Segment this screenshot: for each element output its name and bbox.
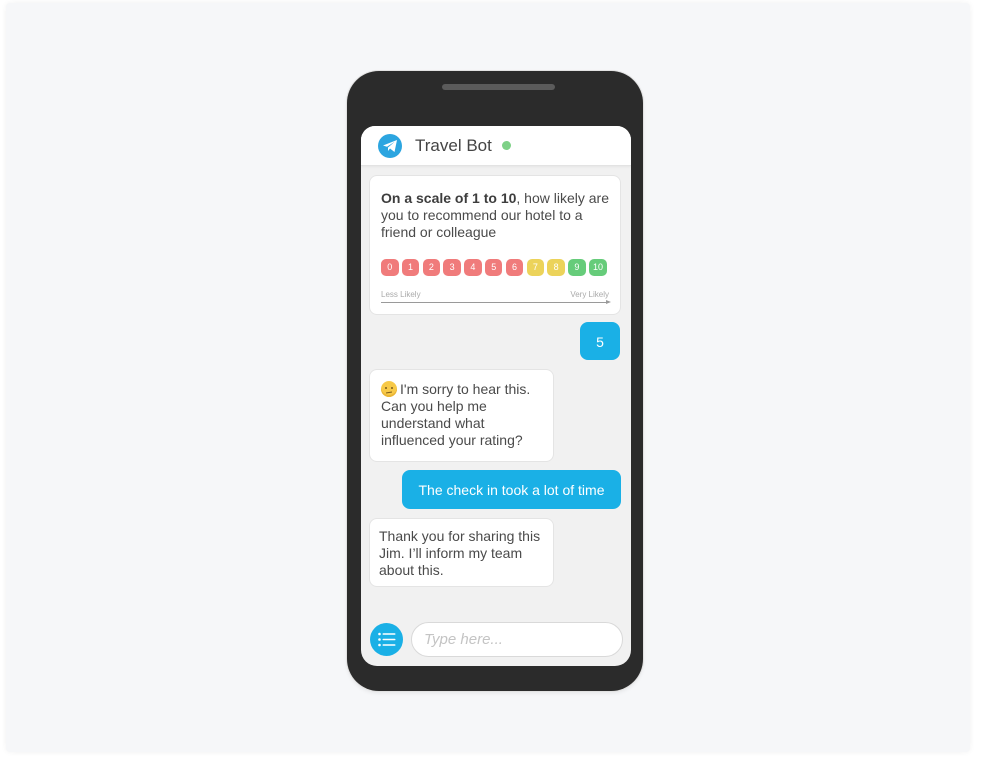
rating-option-0[interactable]: 0 <box>381 259 399 276</box>
phone-frame: Travel Bot On a scale of 1 to 10, how li… <box>347 71 643 691</box>
rating-option-8[interactable]: 8 <box>547 259 565 276</box>
list-menu-icon <box>378 632 396 647</box>
online-status-dot <box>502 141 511 150</box>
bot-name: Travel Bot <box>415 136 492 155</box>
telegram-paper-plane-icon <box>378 134 402 158</box>
background-panel: Travel Bot On a scale of 1 to 10, how li… <box>6 3 970 752</box>
bot-message-thanks: Thank you for sharing this Jim. I’ll inf… <box>369 518 554 587</box>
rating-option-1[interactable]: 1 <box>401 259 420 276</box>
scale-labels: Less Likely Very Likely <box>381 286 609 303</box>
bot-message-text: I'm sorry to hear this. Can you help me … <box>381 381 531 448</box>
rating-option-7[interactable]: 7 <box>526 259 545 276</box>
scale-high-label: Very Likely <box>570 290 609 299</box>
chat-screen: Travel Bot On a scale of 1 to 10, how li… <box>361 126 631 666</box>
confused-face-icon <box>381 381 397 397</box>
rating-option-5[interactable]: 5 <box>484 259 503 276</box>
rating-option-2[interactable]: 2 <box>422 259 441 276</box>
chat-header: Travel Bot <box>361 126 631 166</box>
bot-message-sorry: I'm sorry to hear this. Can you help me … <box>369 369 554 462</box>
scale-low-label: Less Likely <box>381 290 421 299</box>
user-message-checkin: The check in took a lot of time <box>402 470 621 509</box>
user-message-rating: 5 <box>580 322 620 360</box>
rating-option-6[interactable]: 6 <box>505 259 524 276</box>
menu-button[interactable] <box>370 623 403 656</box>
phone-speaker <box>442 84 555 90</box>
scale-arrow-line <box>381 300 611 304</box>
survey-question: On a scale of 1 to 10, how likely are yo… <box>381 190 609 240</box>
rating-option-9[interactable]: 9 <box>568 259 586 276</box>
message-input[interactable] <box>411 622 623 657</box>
bot-message-survey: On a scale of 1 to 10, how likely are yo… <box>369 175 621 315</box>
rating-option-10[interactable]: 10 <box>588 259 607 276</box>
survey-question-bold: On a scale of 1 to 10 <box>381 190 517 206</box>
rating-option-4[interactable]: 4 <box>464 259 482 276</box>
rating-scale: 0 1 2 3 4 5 6 7 8 9 10 <box>381 259 607 276</box>
rating-option-3[interactable]: 3 <box>443 259 461 276</box>
